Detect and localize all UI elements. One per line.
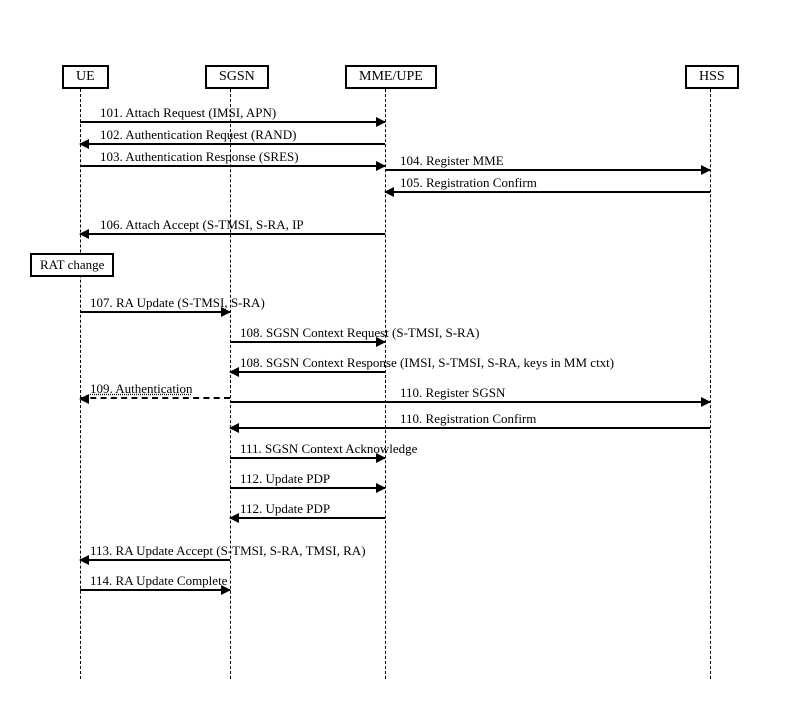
label-108a: 108. SGSN Context Request (S-TMSI, S-RA) <box>240 325 479 341</box>
arrow-107 <box>80 311 230 313</box>
lifeline-mme <box>385 89 386 679</box>
actor-sgsn: SGSN <box>205 65 269 89</box>
label-108b: 108. SGSN Context Response (IMSI, S-TMSI… <box>240 355 614 371</box>
label-105: 105. Registration Confirm <box>400 175 537 191</box>
label-111: 111. SGSN Context Acknowledge <box>240 441 417 457</box>
actor-hss: HSS <box>685 65 739 89</box>
label-110a: 110. Register SGSN <box>400 385 505 401</box>
arrow-105 <box>385 191 710 193</box>
label-113: 113. RA Update Accept (S-TMSI, S-RA, TMS… <box>90 543 366 559</box>
label-112b: 112. Update PDP <box>240 501 330 517</box>
arrow-104 <box>385 169 710 171</box>
label-107: 107. RA Update (S-TMSI, S-RA) <box>90 295 265 311</box>
label-101: 101. Attach Request (IMSI, APN) <box>100 105 276 121</box>
label-114: 114. RA Update Complete <box>90 573 227 589</box>
rat-change-box: RAT change <box>30 253 114 277</box>
arrow-110a <box>230 401 710 403</box>
arrow-101 <box>80 121 385 123</box>
lifeline-hss <box>710 89 711 679</box>
label-112a: 112. Update PDP <box>240 471 330 487</box>
label-106: 106. Attach Accept (S-TMSI, S-RA, IP <box>100 217 304 233</box>
arrow-108a <box>230 341 385 343</box>
arrow-111 <box>230 457 385 459</box>
label-110b: 110. Registration Confirm <box>400 411 536 427</box>
arrow-109 <box>80 397 230 399</box>
sequence-diagram: UE SGSN MME/UPE HSS 101. Attach Request … <box>40 65 760 685</box>
label-102: 102. Authentication Request (RAND) <box>100 127 296 143</box>
label-104: 104. Register MME <box>400 153 504 169</box>
actor-mme: MME/UPE <box>345 65 437 89</box>
arrow-108b <box>230 371 385 373</box>
label-109: 109. Authentication <box>90 381 193 397</box>
arrow-113 <box>80 559 230 561</box>
arrow-112b <box>230 517 385 519</box>
arrow-102 <box>80 143 385 145</box>
arrow-106 <box>80 233 385 235</box>
label-103: 103. Authentication Response (SRES) <box>100 149 299 165</box>
arrow-110b <box>230 427 710 429</box>
arrow-103 <box>80 165 385 167</box>
arrow-114 <box>80 589 230 591</box>
actor-ue: UE <box>62 65 109 89</box>
arrow-112a <box>230 487 385 489</box>
